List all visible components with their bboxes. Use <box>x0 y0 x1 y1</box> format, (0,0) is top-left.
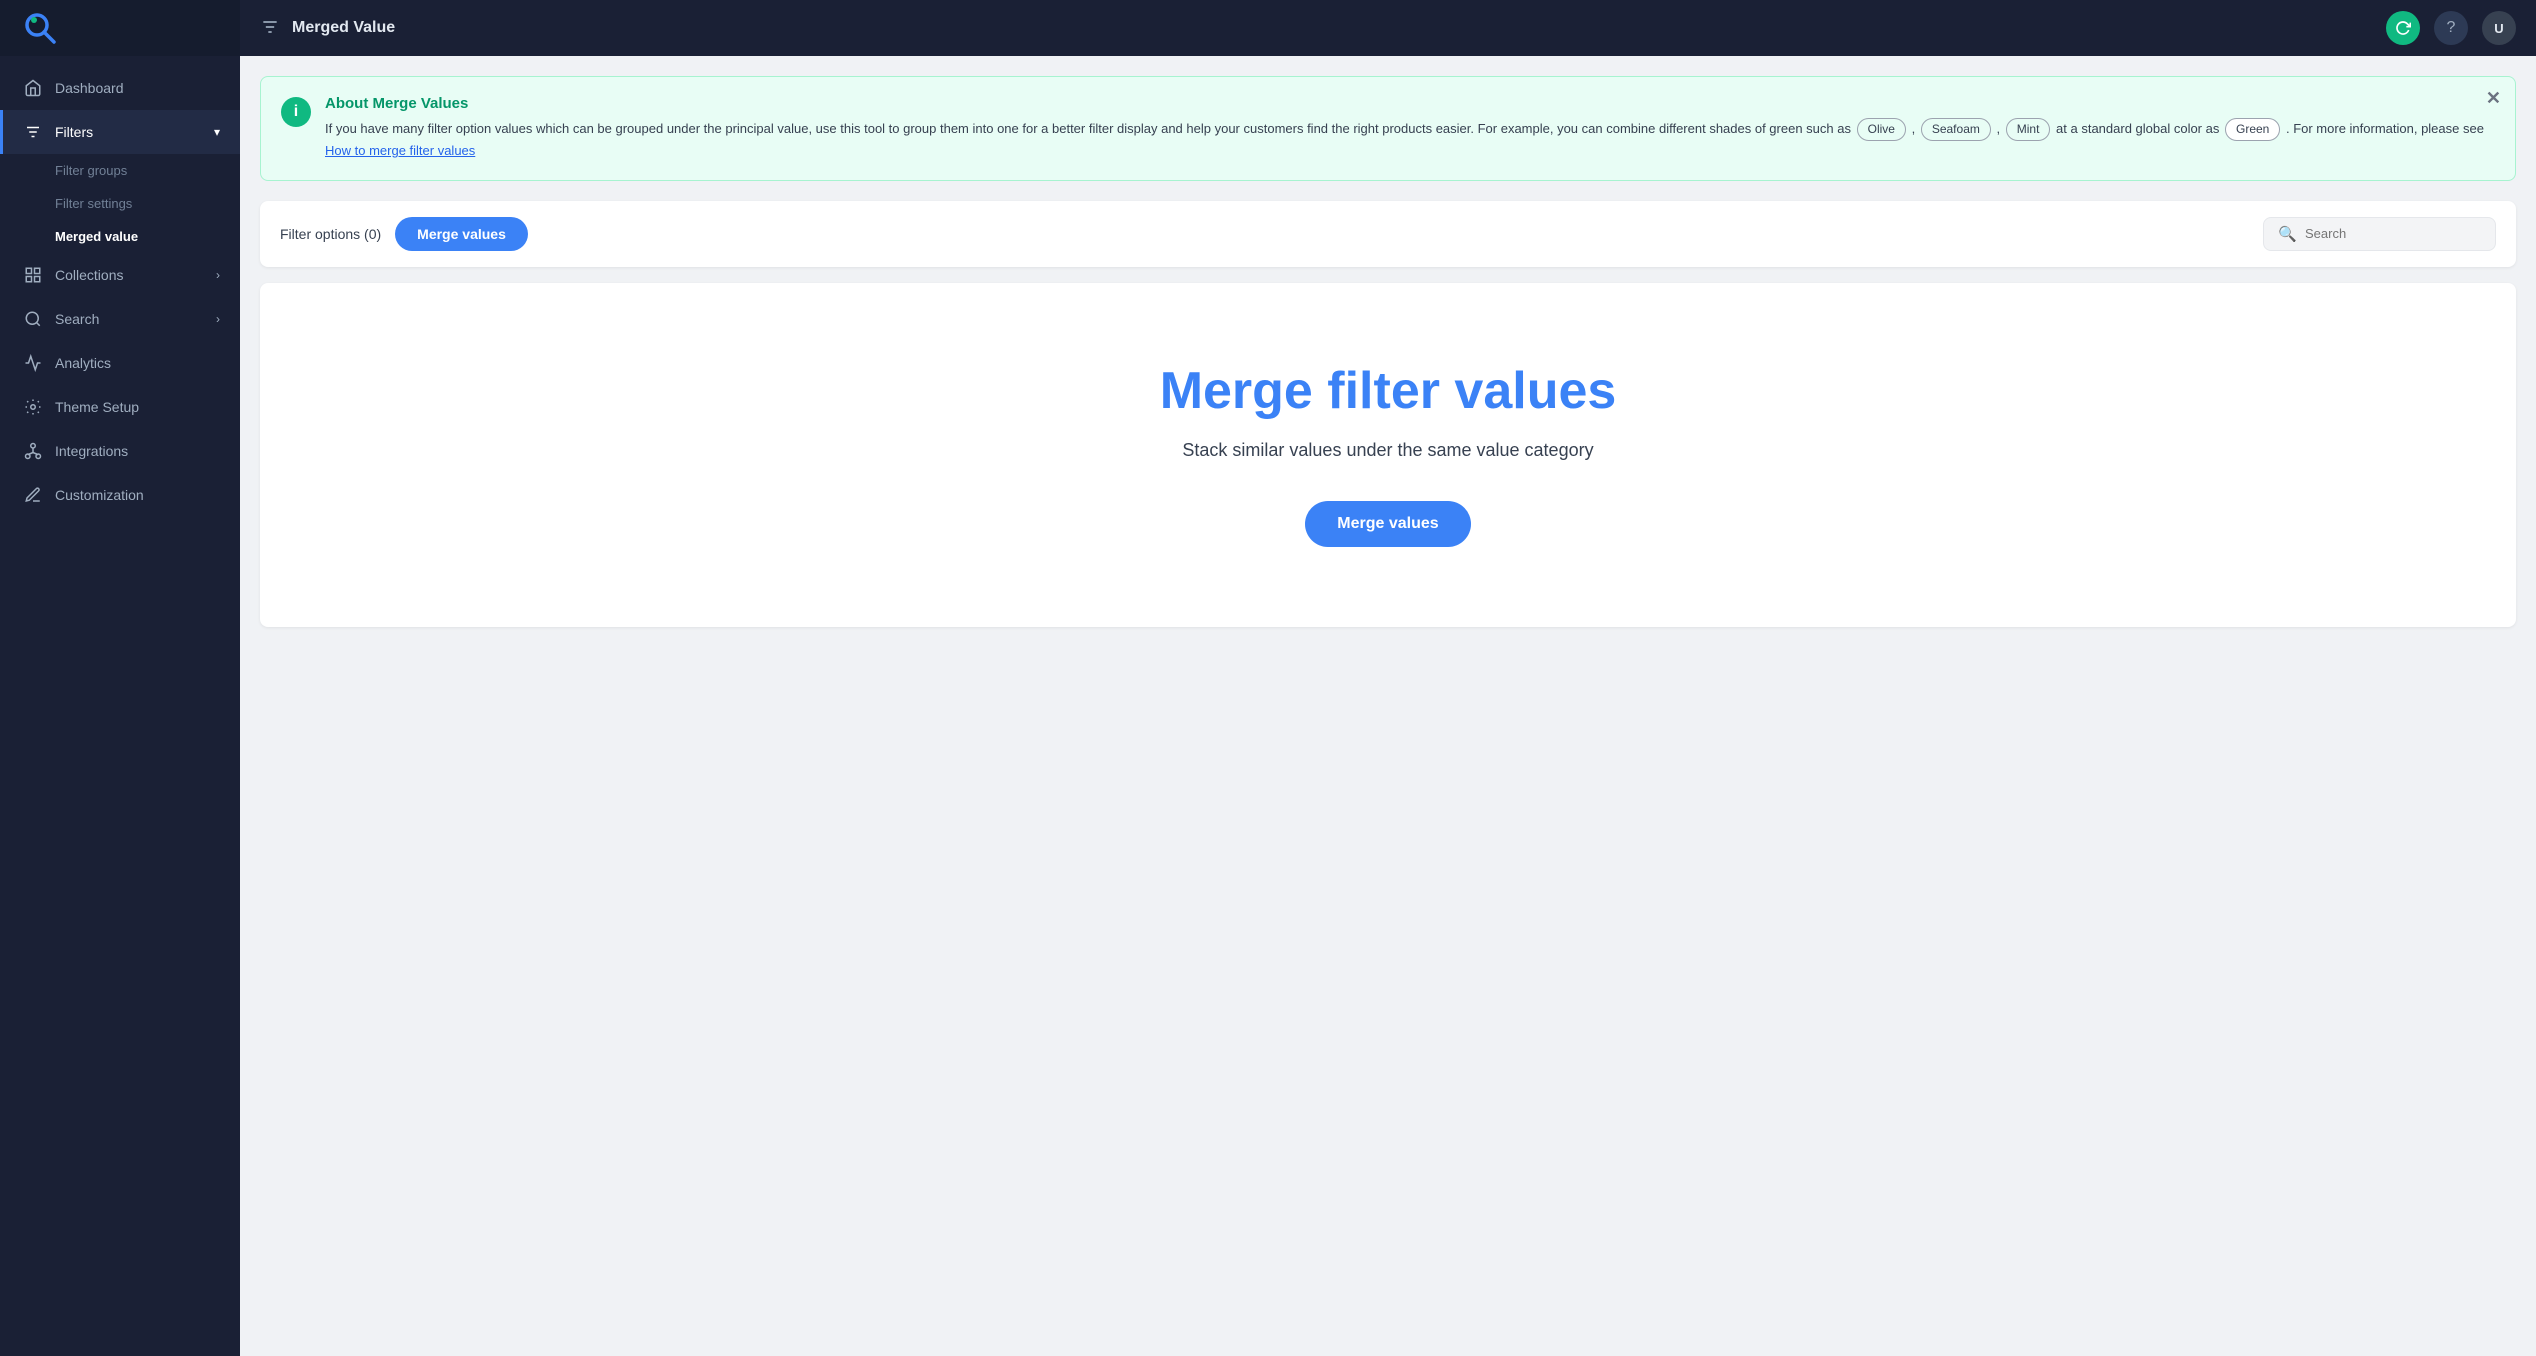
sidebar-item-analytics[interactable]: Analytics <box>0 341 240 385</box>
sidebar-subitem-merged-value[interactable]: Merged value <box>0 220 240 253</box>
topbar: Merged Value ? U <box>240 0 2536 56</box>
sidebar-item-integrations[interactable]: Integrations <box>0 429 240 473</box>
banner-tag-seafoam: Seafoam <box>1921 118 1991 141</box>
banner-body: If you have many filter option values wh… <box>325 118 2495 162</box>
banner-close-button[interactable]: ✕ <box>2486 89 2501 107</box>
sidebar-logo <box>0 0 240 56</box>
banner-tag-mint: Mint <box>2006 118 2051 141</box>
refresh-button[interactable] <box>2386 11 2420 45</box>
sidebar-item-search-label: Search <box>55 311 99 327</box>
empty-state: Merge filter values Stack similar values… <box>260 283 2516 627</box>
sidebar-item-customization-label: Customization <box>55 487 144 503</box>
filter-icon <box>23 122 43 142</box>
filter-options-tab[interactable]: Filter options (0) <box>280 226 381 242</box>
tabs-bar: Filter options (0) Merge values 🔍 <box>260 201 2516 267</box>
collections-icon <box>23 265 43 285</box>
banner-tag-olive: Olive <box>1857 118 1906 141</box>
sidebar-item-filters-label: Filters <box>55 124 93 140</box>
sidebar-subitem-filter-settings-label: Filter settings <box>55 196 132 211</box>
sidebar-item-search[interactable]: Search › <box>0 297 240 341</box>
analytics-icon <box>23 353 43 373</box>
sidebar-subitem-filter-settings[interactable]: Filter settings <box>0 187 240 220</box>
avatar-button[interactable]: U <box>2482 11 2516 45</box>
search-input[interactable] <box>2305 226 2481 241</box>
chevron-right-search-icon: › <box>216 312 220 326</box>
chevron-down-icon: ▾ <box>214 125 220 139</box>
integrations-icon <box>23 441 43 461</box>
customization-icon <box>23 485 43 505</box>
sidebar: Dashboard Filters ▾ Filter groups Filter… <box>0 0 240 1356</box>
banner-tag-green: Green <box>2225 118 2280 141</box>
topbar-title: Merged Value <box>292 19 395 37</box>
banner-body-part3: . For more information, please see <box>2286 121 2484 136</box>
empty-state-merge-button[interactable]: Merge values <box>1305 501 1470 547</box>
merge-values-button[interactable]: Merge values <box>395 217 528 251</box>
topbar-actions: ? U <box>2386 11 2516 45</box>
banner-body-part2: at a standard global color as <box>2056 121 2219 136</box>
search-box: 🔍 <box>2263 217 2496 251</box>
home-icon <box>23 78 43 98</box>
sidebar-subitem-merged-value-label: Merged value <box>55 229 138 244</box>
app-logo <box>20 8 60 48</box>
help-button[interactable]: ? <box>2434 11 2468 45</box>
search-icon <box>23 309 43 329</box>
banner-title: About Merge Values <box>325 95 2495 112</box>
sidebar-item-customization[interactable]: Customization <box>0 473 240 517</box>
sidebar-item-dashboard-label: Dashboard <box>55 80 124 96</box>
sidebar-subitem-filter-groups[interactable]: Filter groups <box>0 154 240 187</box>
info-icon: i <box>281 97 311 127</box>
banner-link[interactable]: How to merge filter values <box>325 143 475 158</box>
sidebar-subitem-filter-groups-label: Filter groups <box>55 163 127 178</box>
sidebar-item-dashboard[interactable]: Dashboard <box>0 66 240 110</box>
banner-body-part1: If you have many filter option values wh… <box>325 121 1851 136</box>
chevron-right-icon: › <box>216 268 220 282</box>
search-box-icon: 🔍 <box>2278 225 2297 243</box>
sidebar-nav: Dashboard Filters ▾ Filter groups Filter… <box>0 56 240 1356</box>
banner-content: About Merge Values If you have many filt… <box>325 95 2495 162</box>
empty-state-subtitle: Stack similar values under the same valu… <box>1182 440 1593 461</box>
topbar-page-icon <box>260 17 282 39</box>
empty-state-title: Merge filter values <box>1160 363 1617 420</box>
main-content: i About Merge Values If you have many fi… <box>240 56 2536 1356</box>
sidebar-item-collections[interactable]: Collections › <box>0 253 240 297</box>
sidebar-item-theme-setup-label: Theme Setup <box>55 399 139 415</box>
info-banner: i About Merge Values If you have many fi… <box>260 76 2516 181</box>
sidebar-item-filters[interactable]: Filters ▾ <box>0 110 240 154</box>
sidebar-item-theme-setup[interactable]: Theme Setup <box>0 385 240 429</box>
sidebar-item-analytics-label: Analytics <box>55 355 111 371</box>
sidebar-item-collections-label: Collections <box>55 267 123 283</box>
theme-icon <box>23 397 43 417</box>
sidebar-item-integrations-label: Integrations <box>55 443 128 459</box>
main-area: Merged Value ? U i About Merge Values If… <box>240 0 2536 1356</box>
